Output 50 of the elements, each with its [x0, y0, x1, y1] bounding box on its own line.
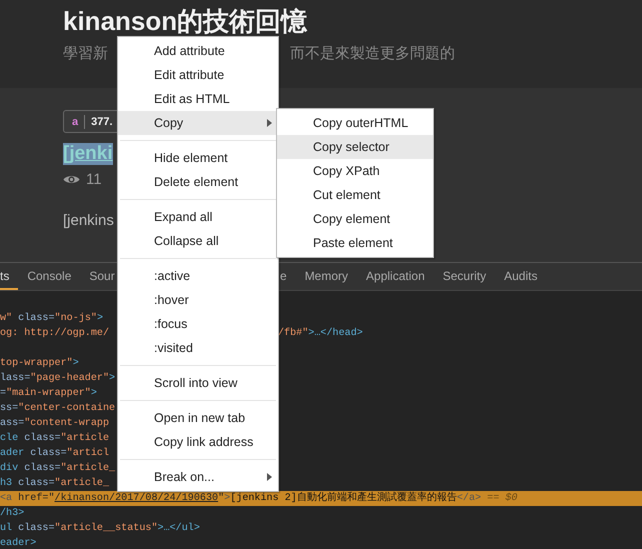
- menu-item[interactable]: Delete element: [118, 170, 278, 194]
- menu-item[interactable]: Edit as HTML: [118, 87, 278, 111]
- menu-item[interactable]: Copy link address: [118, 430, 278, 454]
- menu-item[interactable]: :hover: [118, 288, 278, 312]
- devtools-tab[interactable]: Application: [357, 263, 434, 290]
- menu-item[interactable]: Copy selector: [277, 135, 433, 159]
- dom-code-line[interactable]: top-wrapper">: [0, 358, 79, 369]
- dom-code-line[interactable]: ader class="articl: [0, 448, 110, 459]
- dom-code-line[interactable]: /fb#">…</head>: [278, 326, 363, 341]
- blog-title: kinanson的技術回憶: [63, 6, 308, 36]
- menu-item[interactable]: Paste element: [277, 231, 433, 255]
- menu-item[interactable]: Hide element: [118, 146, 278, 170]
- view-count: 11: [86, 171, 102, 188]
- post-excerpt: [jenkins: [63, 212, 114, 229]
- blog-subtitle: 而不是來製造更多問題的: [290, 44, 455, 64]
- menu-item[interactable]: Copy XPath: [277, 159, 433, 183]
- dom-code-line[interactable]: /h3>: [0, 508, 24, 519]
- menu-item[interactable]: Scroll into view: [118, 371, 278, 395]
- dom-code-line[interactable]: ass="content-wrapp: [0, 418, 110, 429]
- dom-code-line[interactable]: og: http://ogp.me/: [0, 328, 110, 339]
- menu-item[interactable]: Break on...: [118, 465, 278, 489]
- eye-icon: [63, 174, 80, 185]
- menu-item[interactable]: :focus: [118, 312, 278, 336]
- dom-code-line[interactable]: ul class="article__status">…</ul>: [0, 523, 200, 534]
- dom-code-line[interactable]: ss="center-containe: [0, 403, 116, 414]
- devtools-tab[interactable]: ts: [0, 263, 18, 290]
- menu-item[interactable]: Copy element: [277, 207, 433, 231]
- devtools-tab[interactable]: Console: [18, 263, 80, 290]
- menu-item[interactable]: Copy: [118, 111, 278, 135]
- dom-code-line[interactable]: div class="article_: [0, 463, 116, 474]
- devtools-tab[interactable]: Audits: [495, 263, 546, 290]
- dom-code-line[interactable]: lass="page-header">: [0, 373, 116, 384]
- blog-subtitle: 學習新: [63, 44, 108, 64]
- dom-code-line[interactable]: ="main-wrapper">: [0, 388, 97, 399]
- menu-item[interactable]: Open in new tab: [118, 406, 278, 430]
- menu-item[interactable]: Collapse all: [118, 229, 278, 253]
- menu-item[interactable]: :active: [118, 264, 278, 288]
- dom-code-line[interactable]: h3 class="article_: [0, 478, 110, 489]
- menu-item[interactable]: Expand all: [118, 205, 278, 229]
- dom-code-line[interactable]: eader>: [0, 538, 36, 549]
- devtools-tab[interactable]: Security: [434, 263, 496, 290]
- menu-item[interactable]: Copy outerHTML: [277, 111, 433, 135]
- menu-item[interactable]: Add attribute: [118, 39, 278, 63]
- menu-item[interactable]: :visited: [118, 336, 278, 360]
- menu-item[interactable]: Cut element: [277, 183, 433, 207]
- dom-code-line[interactable]: cle class="article: [0, 433, 110, 444]
- menu-item[interactable]: Edit attribute: [118, 63, 278, 87]
- dom-code-line[interactable]: w" class="no-js">: [0, 313, 103, 324]
- devtools-tab[interactable]: Memory: [296, 263, 358, 290]
- devtools-tab[interactable]: e: [280, 263, 296, 290]
